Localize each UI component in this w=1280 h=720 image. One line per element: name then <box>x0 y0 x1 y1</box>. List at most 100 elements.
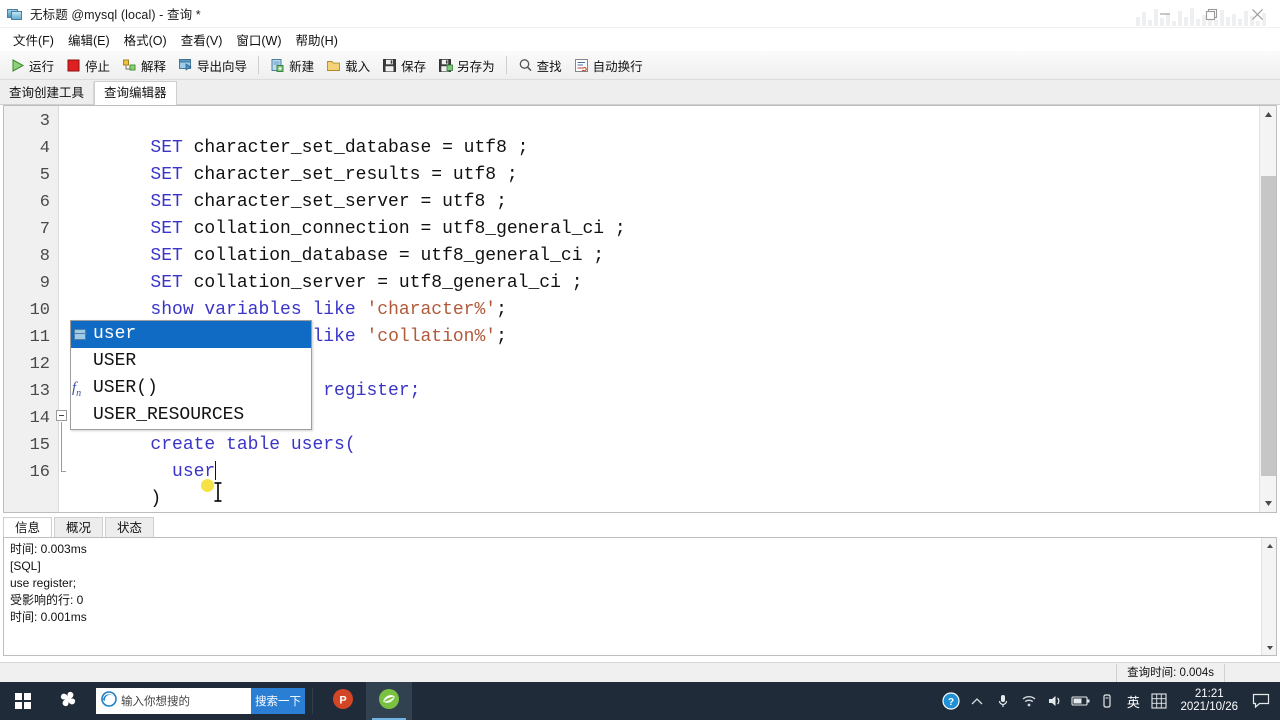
toolbar-save-label: 保存 <box>401 59 427 74</box>
autocomplete-item-USER-function[interactable]: fn USER() <box>71 375 311 402</box>
scroll-up-arrow[interactable] <box>1260 106 1276 123</box>
autocomplete-item-USER[interactable]: USER <box>71 348 311 375</box>
tab-query-editor[interactable]: 查询编辑器 <box>94 81 177 105</box>
mouse-cursor-ibeam <box>212 481 224 508</box>
keyboard-grid-icon[interactable] <box>1146 682 1172 720</box>
speaker-icon[interactable] <box>1042 682 1068 720</box>
scrollbar-thumb[interactable] <box>1261 176 1276 476</box>
result-tab-bar: 信息 概况 状态 <box>3 517 1277 538</box>
menu-item-format[interactable]: 格式(O) <box>117 28 174 51</box>
menu-item-window[interactable]: 窗口(W) <box>229 28 288 51</box>
result-tab-info[interactable]: 信息 <box>3 517 53 538</box>
status-resize-grip <box>1224 663 1280 682</box>
clock-time: 21:21 <box>1194 688 1224 700</box>
ime-icon[interactable]: 英 <box>1120 682 1146 720</box>
line-number: 15 <box>29 436 50 455</box>
taskbar-search-placeholder: 输入你想搜的 <box>121 696 190 708</box>
line-number: 4 <box>39 139 50 158</box>
menu-bar: 文件(F) 编辑(E) 格式(O) 查看(V) 窗口(W) 帮助(H) <box>0 28 1280 51</box>
toolbar-save-as-button[interactable]: 另存为 <box>432 53 501 77</box>
window-controls <box>1142 0 1280 28</box>
toolbar-find-button[interactable]: 查找 <box>512 53 568 77</box>
menu-item-edit[interactable]: 编辑(E) <box>61 28 117 51</box>
log-line: 时间: 0.003ms <box>10 542 87 556</box>
toolbar-stop-button[interactable]: 停止 <box>60 53 116 77</box>
restore-button[interactable] <box>1188 0 1234 28</box>
toolbar-run-button[interactable]: 运行 <box>4 53 60 77</box>
sql-editor[interactable]: 3 4 5 6 7 8 9 10 11 12 13 14 15 16 SET c… <box>3 105 1277 513</box>
microphone-icon[interactable] <box>990 682 1016 720</box>
no-icon <box>71 402 93 429</box>
toolbar-save-button[interactable]: 保存 <box>376 53 432 77</box>
word-wrap-icon <box>574 58 589 73</box>
toolbar-word-wrap-button[interactable]: 自动换行 <box>568 53 649 77</box>
powerpoint-icon: P <box>331 687 355 716</box>
code-line: ) <box>150 489 162 509</box>
menu-item-file[interactable]: 文件(F) <box>6 28 61 51</box>
line-number: 6 <box>39 193 50 212</box>
line-number: 12 <box>29 355 50 374</box>
toolbar-new-label: 新建 <box>289 59 315 74</box>
autocomplete-item-label: USER <box>93 351 137 371</box>
title-bar: 无标题 @mysql (local) - 查询 * <box>0 0 1280 28</box>
log-line: 时间: 0.001ms <box>10 610 87 624</box>
result-tab-profile[interactable]: 概况 <box>54 517 104 538</box>
autocomplete-item-USER-RESOURCES[interactable]: USER_RESOURCES <box>71 402 311 429</box>
log-scroll-up-arrow[interactable] <box>1262 538 1276 553</box>
search-magnifier-icon <box>518 58 533 73</box>
chevron-up-icon[interactable] <box>964 682 990 720</box>
status-query-time: 查询时间: 0.004s <box>1116 663 1224 682</box>
line-number: 16 <box>29 463 50 482</box>
toolbar-export-wizard-button[interactable]: 导出向导 <box>172 53 253 77</box>
toolbar-explain-button[interactable]: 解释 <box>116 53 172 77</box>
toolbar-save-as-label: 另存为 <box>457 59 495 74</box>
editor-vertical-scrollbar[interactable] <box>1259 106 1276 512</box>
toolbar-load-label: 载入 <box>345 59 371 74</box>
log-scroll-down-arrow[interactable] <box>1262 640 1276 655</box>
menu-item-help[interactable]: 帮助(H) <box>289 28 345 51</box>
start-button[interactable] <box>0 682 46 720</box>
toolbar-new-button[interactable]: 新建 <box>264 53 320 77</box>
code-line: SET collation_server = utf8_general_ci ; <box>150 273 583 293</box>
usb-device-icon[interactable] <box>1094 682 1120 720</box>
code-content[interactable]: SET character_set_database = utf8 ; SET … <box>60 106 1259 512</box>
autocomplete-item-label: USER() <box>93 378 158 398</box>
code-line: SET collation_database = utf8_general_ci… <box>150 246 605 266</box>
windows-start-icon <box>15 693 31 709</box>
log-vertical-scrollbar[interactable] <box>1261 538 1276 655</box>
taskbar-search-input[interactable]: 输入你想搜的 <box>96 688 251 714</box>
line-number: 8 <box>39 247 50 266</box>
autocomplete-item-user[interactable]: user <box>71 321 311 348</box>
toolbar-find-label: 查找 <box>536 59 562 74</box>
autocomplete-popup[interactable]: user USER fn USER() USER_RESOURCES <box>70 320 312 430</box>
taskbar-clock[interactable]: 21:21 2021/10/26 <box>1172 688 1246 714</box>
taskbar-search-button[interactable]: 搜索一下 <box>251 688 305 714</box>
help-circle-icon[interactable]: ? <box>938 682 964 720</box>
svg-text:P: P <box>339 694 346 706</box>
wifi-icon[interactable] <box>1016 682 1042 720</box>
scroll-down-arrow[interactable] <box>1260 495 1276 512</box>
line-number: 10 <box>29 301 50 320</box>
battery-icon[interactable] <box>1068 682 1094 720</box>
minimize-button[interactable] <box>1142 0 1188 28</box>
close-button[interactable] <box>1234 0 1280 28</box>
line-number: 9 <box>39 274 50 293</box>
system-tray: ? 英 21:21 2021/10/26 <box>938 682 1280 720</box>
result-tab-status[interactable]: 状态 <box>105 517 155 538</box>
tab-query-builder[interactable]: 查询创建工具 <box>0 82 95 104</box>
taskbar-app-powerpoint[interactable]: P <box>320 682 366 720</box>
clock-date: 2021/10/26 <box>1180 701 1238 713</box>
notification-balloon-icon[interactable] <box>1246 682 1276 720</box>
navicat-query-window: 无标题 @mysql (local) - 查询 * 文件(F) 编辑(E) 格式… <box>0 0 1280 720</box>
menu-item-view[interactable]: 查看(V) <box>174 28 230 51</box>
log-line: [SQL] <box>10 559 41 573</box>
taskbar-pinned-pinwheel[interactable] <box>46 682 90 720</box>
code-line: SET collation_connection = utf8_general_… <box>150 219 626 239</box>
line-number: 5 <box>39 166 50 185</box>
taskbar-app-navicat[interactable] <box>366 682 412 720</box>
code-line: SET character_set_server = utf8 ; <box>150 192 507 212</box>
result-log-body[interactable]: 时间: 0.003ms [SQL] use register; 受影响的行: 0… <box>3 537 1277 656</box>
autocomplete-item-label: user <box>93 324 137 344</box>
navicat-icon <box>377 687 401 716</box>
toolbar-load-button[interactable]: 载入 <box>320 53 376 77</box>
